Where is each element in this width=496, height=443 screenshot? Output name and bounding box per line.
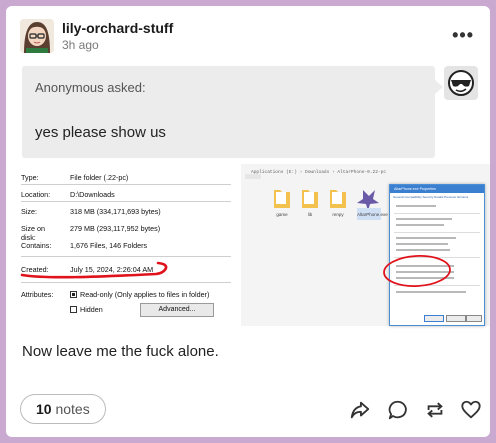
notes-count: 10 [36, 401, 52, 417]
hidden-checkbox-row[interactable]: Hidden [70, 305, 103, 314]
readonly-label: Read-only (Only applies to files in fold… [80, 290, 210, 299]
divider [21, 282, 231, 283]
post-card: lily-orchard-stuff 3h ago ••• Anonymous … [6, 6, 490, 437]
post-caption: Now leave me the fuck alone. [22, 343, 219, 360]
share-icon[interactable] [349, 399, 371, 421]
anonymous-avatar [444, 66, 478, 100]
more-options-icon[interactable]: ••• [452, 25, 474, 46]
reply-icon[interactable] [387, 399, 409, 421]
post-header: lily-orchard-stuff 3h ago ••• [20, 19, 480, 55]
like-heart-icon[interactable] [460, 399, 482, 421]
red-underline-annotation [20, 261, 168, 279]
avatar-illustration-icon [20, 19, 54, 53]
folder-properties-panel: Type: File folder (.22-pc) Location: D:\… [6, 164, 233, 326]
post-footer: 10 notes [20, 393, 482, 427]
asked-label: asked: [107, 80, 146, 95]
prop-label: Attributes: [21, 290, 54, 299]
asker-name[interactable]: Anonymous [35, 80, 104, 95]
blog-avatar[interactable] [20, 19, 54, 53]
explorer-window: Applications (E:) › Downloads › AltarPho… [241, 164, 490, 326]
readonly-checkbox-row[interactable]: Read-only (Only applies to files in fold… [70, 290, 209, 299]
post-timestamp: 3h ago [62, 38, 99, 52]
notes-button[interactable]: 10 notes [20, 394, 106, 424]
ask-attribution: Anonymous asked: [35, 80, 146, 95]
hidden-label: Hidden [80, 305, 103, 314]
attached-screenshot[interactable]: Type: File folder (.22-pc) Location: D:\… [6, 164, 490, 326]
hidden-checkbox[interactable] [70, 306, 77, 313]
ask-question: yes please show us [35, 124, 166, 141]
blog-name[interactable]: lily-orchard-stuff [62, 20, 173, 36]
reblog-icon[interactable] [424, 399, 446, 421]
readonly-checkbox[interactable] [70, 291, 77, 298]
advanced-button[interactable]: Advanced... [140, 303, 214, 317]
notes-label: notes [55, 401, 90, 417]
red-circle-annotation [383, 255, 451, 287]
anonymous-sunglasses-icon [448, 70, 474, 96]
ask-bubble: Anonymous asked: yes please show us [22, 66, 443, 158]
